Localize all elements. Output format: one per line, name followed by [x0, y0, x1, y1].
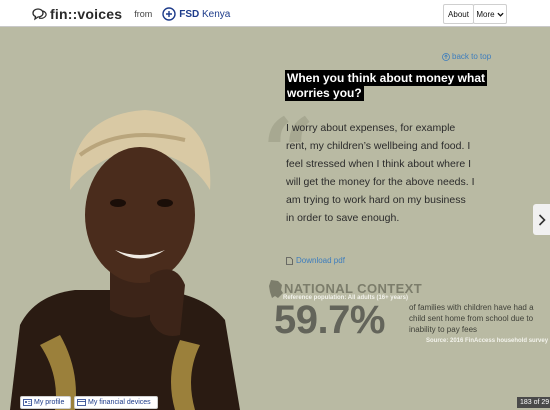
question-heading: When you think about money what worries … [285, 70, 487, 101]
back-to-top-label: back to top [452, 52, 492, 61]
fsd-logo-icon [162, 7, 176, 21]
more-dropdown[interactable]: More [473, 4, 507, 24]
arrow-up-circle-icon [442, 52, 450, 61]
portrait-illustration [10, 110, 240, 410]
statistic-percent: 59.7% [274, 298, 385, 342]
brand-name: fin::voices [50, 6, 123, 22]
download-pdf-link[interactable]: Download pdf [286, 256, 345, 265]
statistic-description: of families with children have had a chi… [409, 303, 534, 334]
speech-bubbles-icon [32, 8, 47, 21]
partner-logo[interactable]: FSD Kenya [162, 7, 230, 21]
partner-name: FSD Kenya [179, 9, 230, 20]
about-label: About [448, 9, 469, 19]
profile-card-icon [23, 399, 32, 406]
next-page-button[interactable] [533, 204, 550, 235]
devices-card-icon [77, 399, 86, 406]
my-profile-button[interactable]: My profile [20, 396, 71, 409]
partner-suffix: Kenya [202, 8, 231, 20]
pdf-icon [286, 256, 293, 265]
chevron-right-icon [538, 213, 546, 226]
my-financial-devices-label: My financial devices [88, 399, 151, 406]
chevron-down-icon [497, 12, 504, 17]
top-bar: fin::voices from FSD Kenya About More [0, 0, 550, 27]
national-context-title: NATIONAL CONTEXT [284, 281, 423, 296]
back-to-top-link[interactable]: back to top [442, 52, 491, 61]
question-text: When you think about money what worries … [285, 70, 487, 101]
my-profile-label: My profile [34, 399, 65, 406]
kenya-map-icon [269, 280, 283, 298]
partner-label: FSD [179, 8, 200, 20]
my-financial-devices-button[interactable]: My financial devices [74, 396, 158, 409]
more-label: More [476, 9, 495, 19]
download-pdf-label: Download pdf [296, 256, 345, 265]
from-label: from [134, 9, 153, 19]
about-button[interactable]: About [443, 4, 474, 24]
page-counter: 183 of 29 [517, 397, 550, 408]
answer-text: I worry about expenses, for example rent… [286, 122, 475, 224]
brand[interactable]: fin::voices from FSD Kenya [32, 6, 230, 22]
statistic-source: Source: 2016 FinAccess household survey [426, 338, 549, 344]
